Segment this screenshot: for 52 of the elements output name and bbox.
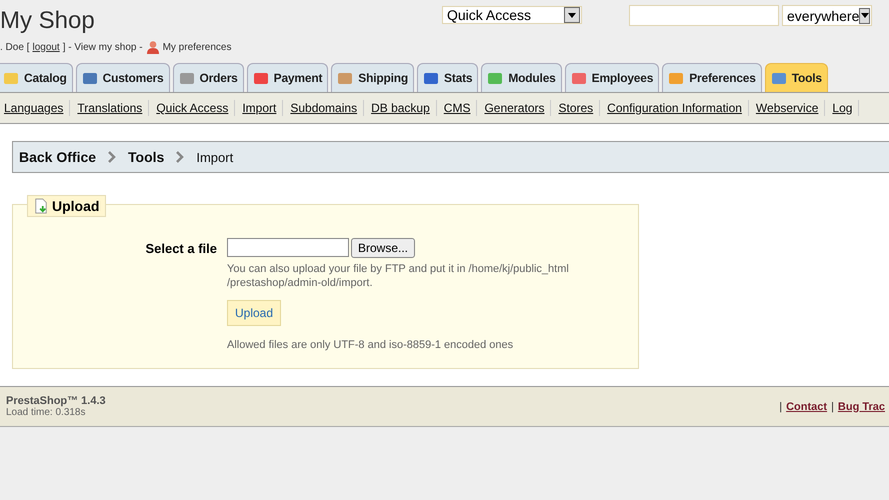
- legend-title: Upload: [52, 198, 100, 214]
- submenu-link[interactable]: Quick Access: [149, 100, 236, 116]
- separator-text: |: [831, 400, 834, 412]
- quick-access-dropdown[interactable]: Quick Access: [442, 6, 582, 24]
- submenu-link[interactable]: Import: [235, 100, 284, 116]
- field-label: Select a file: [144, 240, 218, 258]
- file-download-icon: [34, 198, 48, 214]
- breadcrumb-item[interactable]: Back Office: [19, 149, 96, 165]
- submenu-link[interactable]: Subdomains: [283, 100, 364, 116]
- menu-tab[interactable]: Customers: [76, 63, 170, 92]
- file-path-field[interactable]: [227, 238, 349, 257]
- load-time-text: Load time: 0.318s: [6, 407, 86, 418]
- menu-tab[interactable]: Modules: [481, 63, 562, 92]
- menu-tab[interactable]: Shipping: [331, 63, 414, 92]
- submenu-link[interactable]: Log: [825, 100, 860, 116]
- menu-tab[interactable]: Tools: [764, 63, 828, 92]
- shop-title: My Shop: [0, 6, 96, 36]
- submenu-link[interactable]: Translations: [70, 100, 150, 116]
- help-text: You can also upload your file by FTP and put it in /home/kj/public_html: [227, 262, 569, 276]
- submenu-link[interactable]: Generators: [477, 100, 552, 116]
- footer-link[interactable]: Bug Trac: [838, 400, 885, 412]
- menu-tab[interactable]: Catalog: [0, 63, 73, 92]
- breadcrumb-item[interactable]: Tools: [128, 149, 164, 165]
- menu-tab[interactable]: Employees: [564, 63, 660, 92]
- upload-button[interactable]: Upload: [227, 300, 282, 326]
- menu-tab[interactable]: Stats: [417, 63, 478, 92]
- chevron-icon: [108, 151, 116, 163]
- caret-icon: [860, 13, 869, 18]
- submenu-link[interactable]: CMS: [436, 100, 478, 116]
- user-info-text: . Doe [: [0, 42, 30, 52]
- menu-tab[interactable]: Preferences: [662, 63, 762, 92]
- preferences-link[interactable]: My preferences: [162, 42, 232, 52]
- submenu-link[interactable]: DB backup: [364, 100, 437, 116]
- menu-tab[interactable]: Orders: [172, 63, 244, 92]
- search-field[interactable]: [629, 5, 779, 26]
- browse-button[interactable]: Browse...: [351, 238, 416, 258]
- version-text: PrestaShop™ 1.4.3: [6, 395, 106, 407]
- submenu-link[interactable]: Languages: [4, 100, 70, 116]
- chevron-icon: [176, 151, 184, 163]
- help-text: /prestashop/admin-old/import.: [227, 276, 374, 290]
- note-text: Allowed files are only UTF-8 and iso-8859-1 encoded ones: [227, 338, 514, 352]
- logout-link[interactable]: logout: [32, 42, 60, 52]
- submenu-link[interactable]: Stores: [551, 100, 600, 116]
- footer-link[interactable]: Contact: [786, 400, 828, 412]
- breadcrumb-item: Import: [196, 150, 234, 164]
- caret-icon: [568, 12, 576, 18]
- user-info-text: ] - View my shop -: [62, 42, 143, 52]
- separator-text: |: [779, 400, 782, 412]
- submenu-link[interactable]: Webservice: [748, 100, 826, 116]
- submenu-link[interactable]: Configuration Information: [600, 100, 749, 116]
- search-scope-dropdown[interactable]: everywhere: [782, 5, 872, 26]
- menu-tab[interactable]: Payment: [246, 63, 328, 92]
